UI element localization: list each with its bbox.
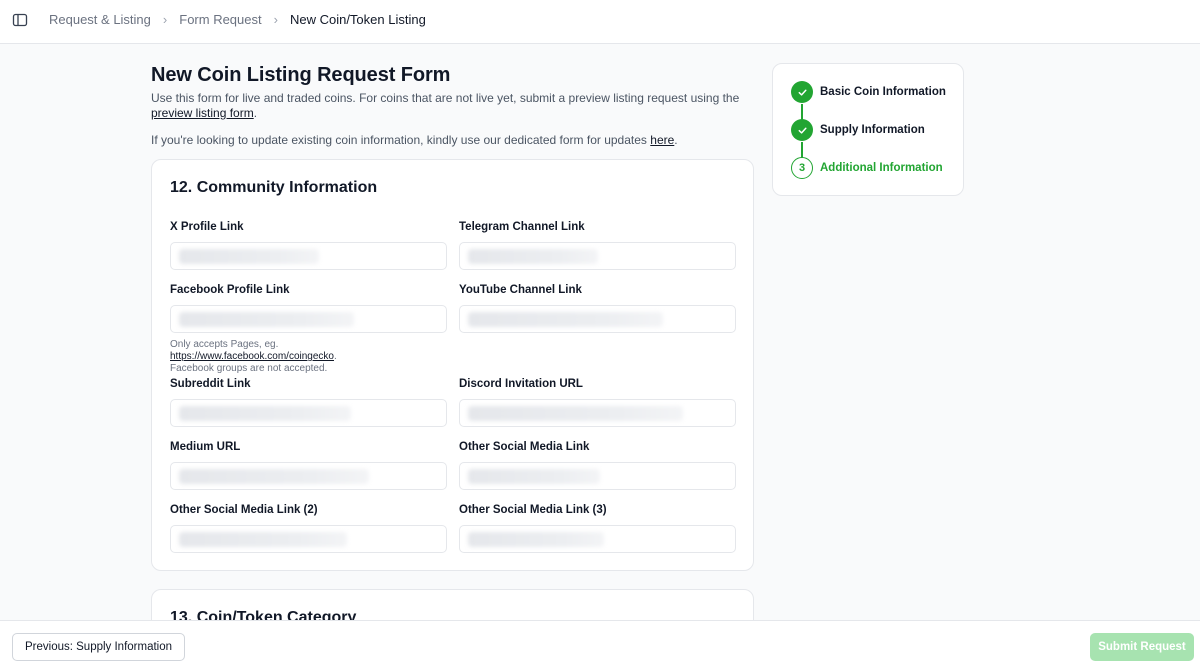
step-label: Basic Coin Information bbox=[820, 86, 946, 98]
page-title: New Coin Listing Request Form bbox=[151, 64, 451, 86]
update-form-link[interactable]: here bbox=[650, 133, 674, 147]
step-connector bbox=[801, 104, 803, 120]
redacted-value bbox=[468, 406, 683, 421]
redacted-value bbox=[179, 312, 354, 327]
facebook-input[interactable] bbox=[170, 305, 447, 333]
field-label: Discord Invitation URL bbox=[459, 378, 583, 390]
field-label: Other Social Media Link (2) bbox=[170, 504, 318, 516]
redacted-value bbox=[179, 532, 347, 547]
redacted-value bbox=[468, 249, 598, 264]
field-label: YouTube Channel Link bbox=[459, 284, 582, 296]
youtube-field: YouTube Channel Link bbox=[459, 283, 736, 333]
field-label: Telegram Channel Link bbox=[459, 221, 585, 233]
field-label: X Profile Link bbox=[170, 221, 244, 233]
previous-button[interactable]: Previous: Supply Information bbox=[12, 633, 186, 661]
other-social-2-field: Other Social Media Link (2) bbox=[170, 503, 447, 553]
update-text-end: . bbox=[674, 133, 678, 147]
check-icon bbox=[791, 119, 813, 141]
other-social-3-input[interactable] bbox=[459, 525, 736, 553]
step-additional-information[interactable]: 3 Additional Information bbox=[791, 157, 943, 179]
redacted-value bbox=[468, 312, 663, 327]
preview-listing-form-link[interactable]: preview listing form bbox=[151, 106, 254, 120]
facebook-example-link[interactable]: https://www.facebook.com/coingecko bbox=[170, 351, 334, 362]
step-supply-information[interactable]: Supply Information bbox=[791, 119, 925, 141]
field-label: Other Social Media Link (3) bbox=[459, 504, 607, 516]
subreddit-field: Subreddit Link bbox=[170, 377, 447, 427]
chevron-right-icon: › bbox=[273, 12, 278, 27]
hint-text-end: . bbox=[333, 351, 337, 362]
other-social-field: Other Social Media Link bbox=[459, 440, 736, 490]
medium-input[interactable] bbox=[170, 462, 447, 490]
medium-field: Medium URL bbox=[170, 440, 447, 490]
facebook-hint: Only accepts Pages, eg. https://www.face… bbox=[170, 339, 447, 375]
redacted-value bbox=[179, 249, 319, 264]
intro-text-end: . bbox=[253, 106, 258, 120]
field-label: Medium URL bbox=[170, 441, 241, 453]
step-number: 3 bbox=[791, 157, 813, 179]
step-label: Supply Information bbox=[820, 124, 925, 136]
redacted-value bbox=[468, 532, 604, 547]
telegram-field: Telegram Channel Link bbox=[459, 220, 736, 270]
subreddit-input[interactable] bbox=[170, 399, 447, 427]
discord-field: Discord Invitation URL bbox=[459, 377, 736, 427]
other-social-3-field: Other Social Media Link (3) bbox=[459, 503, 736, 553]
facebook-field: Facebook Profile Link Only accepts Pages… bbox=[170, 283, 447, 375]
breadcrumb-item-form-request[interactable]: Form Request bbox=[179, 12, 261, 28]
breadcrumb-item-current: New Coin/Token Listing bbox=[289, 12, 426, 27]
top-bar: Request & Listing › Form Request › New C… bbox=[0, 0, 1200, 44]
step-label: Additional Information bbox=[820, 162, 943, 174]
update-text-body: If you're looking to update existing coi… bbox=[151, 133, 647, 147]
check-icon bbox=[791, 81, 813, 103]
redacted-value bbox=[179, 406, 351, 421]
field-label: Subreddit Link bbox=[170, 378, 251, 390]
other-social-2-input[interactable] bbox=[170, 525, 447, 553]
page-header: New Coin Listing Request Form Use this f… bbox=[151, 62, 754, 148]
field-label: Facebook Profile Link bbox=[170, 284, 290, 296]
hint-text-line2: Facebook groups are not accepted. bbox=[170, 363, 328, 374]
x-profile-input[interactable] bbox=[170, 242, 447, 270]
step-basic-coin-information[interactable]: Basic Coin Information bbox=[791, 81, 946, 103]
intro-text-body: Use this form for live and traded coins.… bbox=[151, 91, 740, 105]
step-connector bbox=[801, 142, 803, 158]
update-text: If you're looking to update existing coi… bbox=[151, 133, 754, 148]
youtube-input[interactable] bbox=[459, 305, 736, 333]
other-social-input[interactable] bbox=[459, 462, 736, 490]
footer-bar: Previous: Supply Information Submit Requ… bbox=[0, 620, 1200, 669]
telegram-input[interactable] bbox=[459, 242, 736, 270]
breadcrumb: Request & Listing › Form Request › New C… bbox=[49, 12, 426, 28]
community-information-card: 12. Community Information X Profile Link… bbox=[151, 159, 754, 571]
chevron-right-icon: › bbox=[162, 12, 168, 27]
field-label: Other Social Media Link bbox=[459, 441, 590, 453]
redacted-value bbox=[179, 469, 369, 484]
breadcrumb-item-request-listing[interactable]: Request & Listing bbox=[49, 12, 151, 28]
x-profile-field: X Profile Link bbox=[170, 220, 447, 270]
hint-text: Only accepts Pages, eg. bbox=[170, 339, 279, 350]
sidebar-toggle-icon[interactable] bbox=[12, 12, 28, 28]
submit-button[interactable]: Submit Request bbox=[1090, 633, 1194, 661]
redacted-value bbox=[468, 469, 600, 484]
discord-input[interactable] bbox=[459, 399, 736, 427]
section-title: 12. Community Information bbox=[170, 179, 378, 196]
progress-stepper: Basic Coin Information Supply Informatio… bbox=[772, 63, 964, 196]
intro-text: Use this form for live and traded coins.… bbox=[151, 91, 754, 121]
